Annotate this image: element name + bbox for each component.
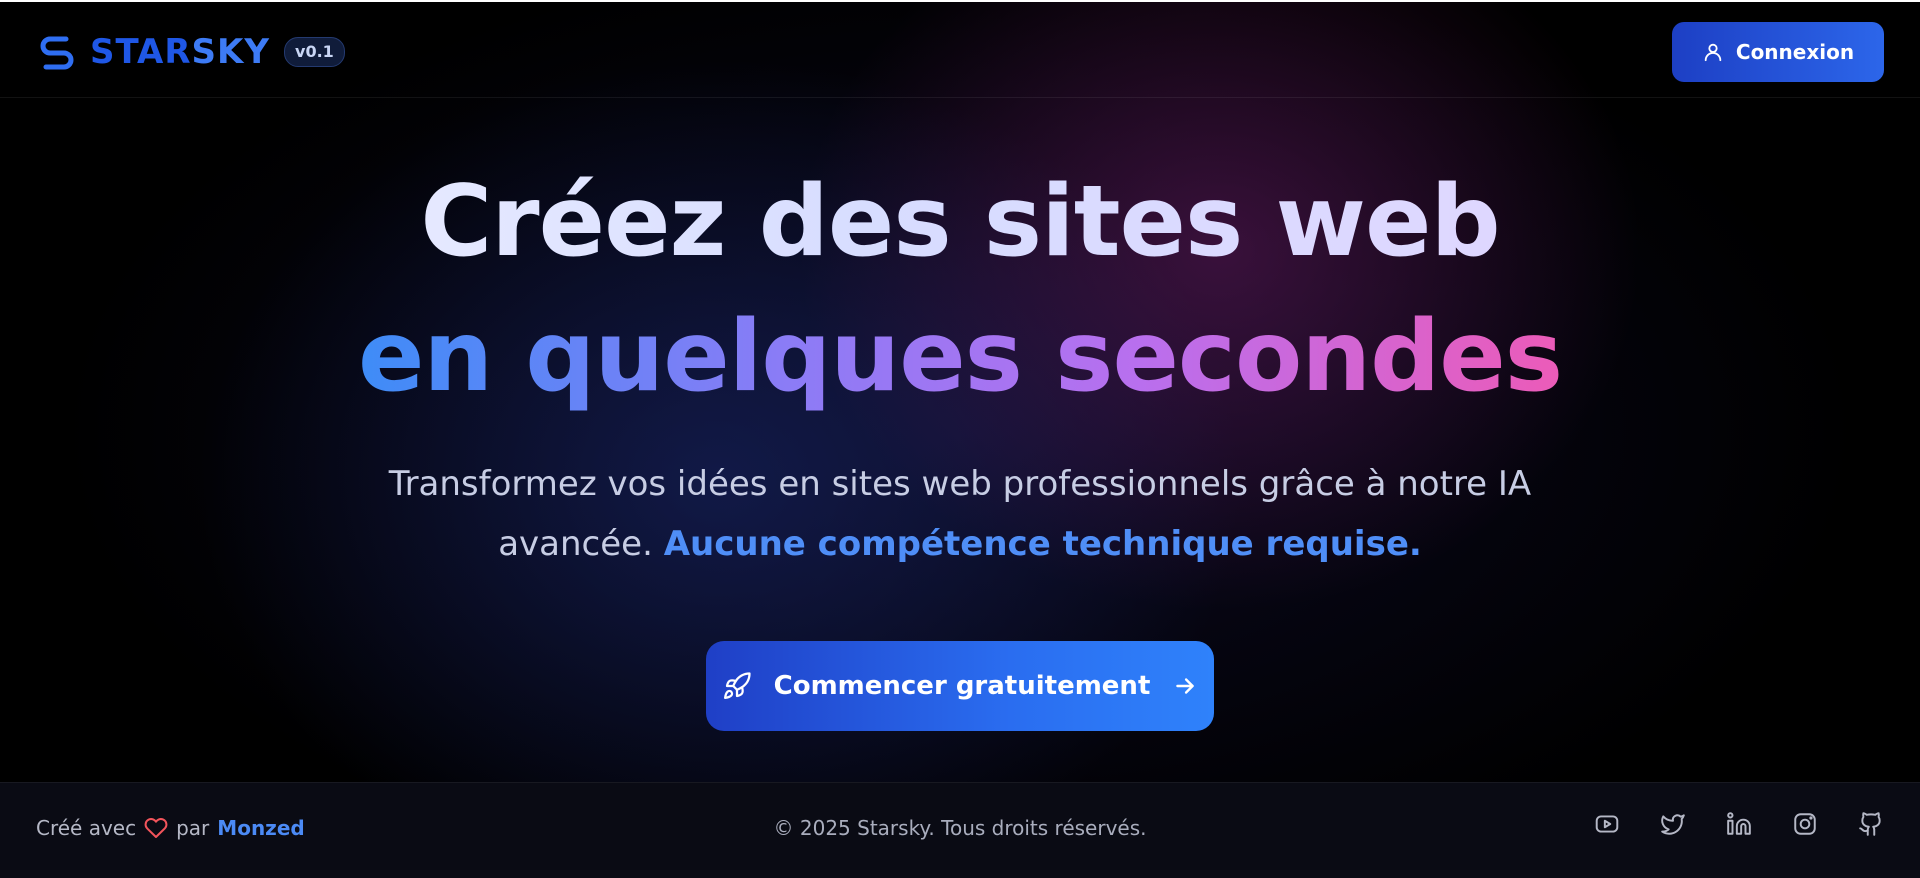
youtube-icon[interactable] xyxy=(1594,811,1620,837)
hero-subtitle: Transformez vos idées en sites web profe… xyxy=(360,454,1560,574)
hero-title-line1: Créez des sites web xyxy=(0,157,1920,287)
login-button[interactable]: Connexion xyxy=(1672,22,1884,82)
user-icon xyxy=(1702,41,1724,63)
linkedin-icon[interactable] xyxy=(1726,811,1752,837)
version-badge: v0.1 xyxy=(284,37,345,67)
brand-logo[interactable]: STARSKY v0.1 xyxy=(36,30,345,74)
brand-name: STARSKY xyxy=(90,30,270,74)
footer: Créé avec par Monzed © 2025 Starsky. Tou… xyxy=(0,782,1920,878)
login-label: Connexion xyxy=(1735,40,1855,64)
credit-middle: par xyxy=(176,816,210,840)
github-icon[interactable] xyxy=(1858,811,1884,837)
credit-prefix: Créé avec xyxy=(36,816,137,840)
social-links xyxy=(1594,811,1884,837)
brand-name-sky: SKY xyxy=(191,32,271,72)
hero-title-line2-text: en quelques secondes xyxy=(357,300,1563,414)
start-free-button[interactable]: Commencer gratuitement xyxy=(706,641,1214,731)
author-link[interactable]: Monzed xyxy=(217,813,304,843)
hero-subtitle-highlight: Aucune compétence technique requise. xyxy=(663,524,1422,564)
rocket-icon xyxy=(722,671,752,701)
footer-credit: Créé avec par Monzed xyxy=(36,813,305,843)
instagram-icon[interactable] xyxy=(1792,811,1818,837)
hero-title-line2: en quelques secondes xyxy=(0,292,1920,422)
s-logo-icon xyxy=(36,31,78,73)
start-free-label: Commencer gratuitement xyxy=(773,671,1151,701)
heart-icon xyxy=(144,816,168,840)
landing-page: STARSKY v0.1 Connexion Créez des sites w… xyxy=(0,0,1920,878)
arrow-right-icon xyxy=(1172,673,1198,699)
copyright-text: © 2025 Starsky. Tous droits réservés. xyxy=(773,816,1147,840)
twitter-icon[interactable] xyxy=(1660,811,1686,837)
top-nav: STARSKY v0.1 Connexion xyxy=(0,0,1920,98)
brand-name-star: STAR xyxy=(90,32,192,72)
